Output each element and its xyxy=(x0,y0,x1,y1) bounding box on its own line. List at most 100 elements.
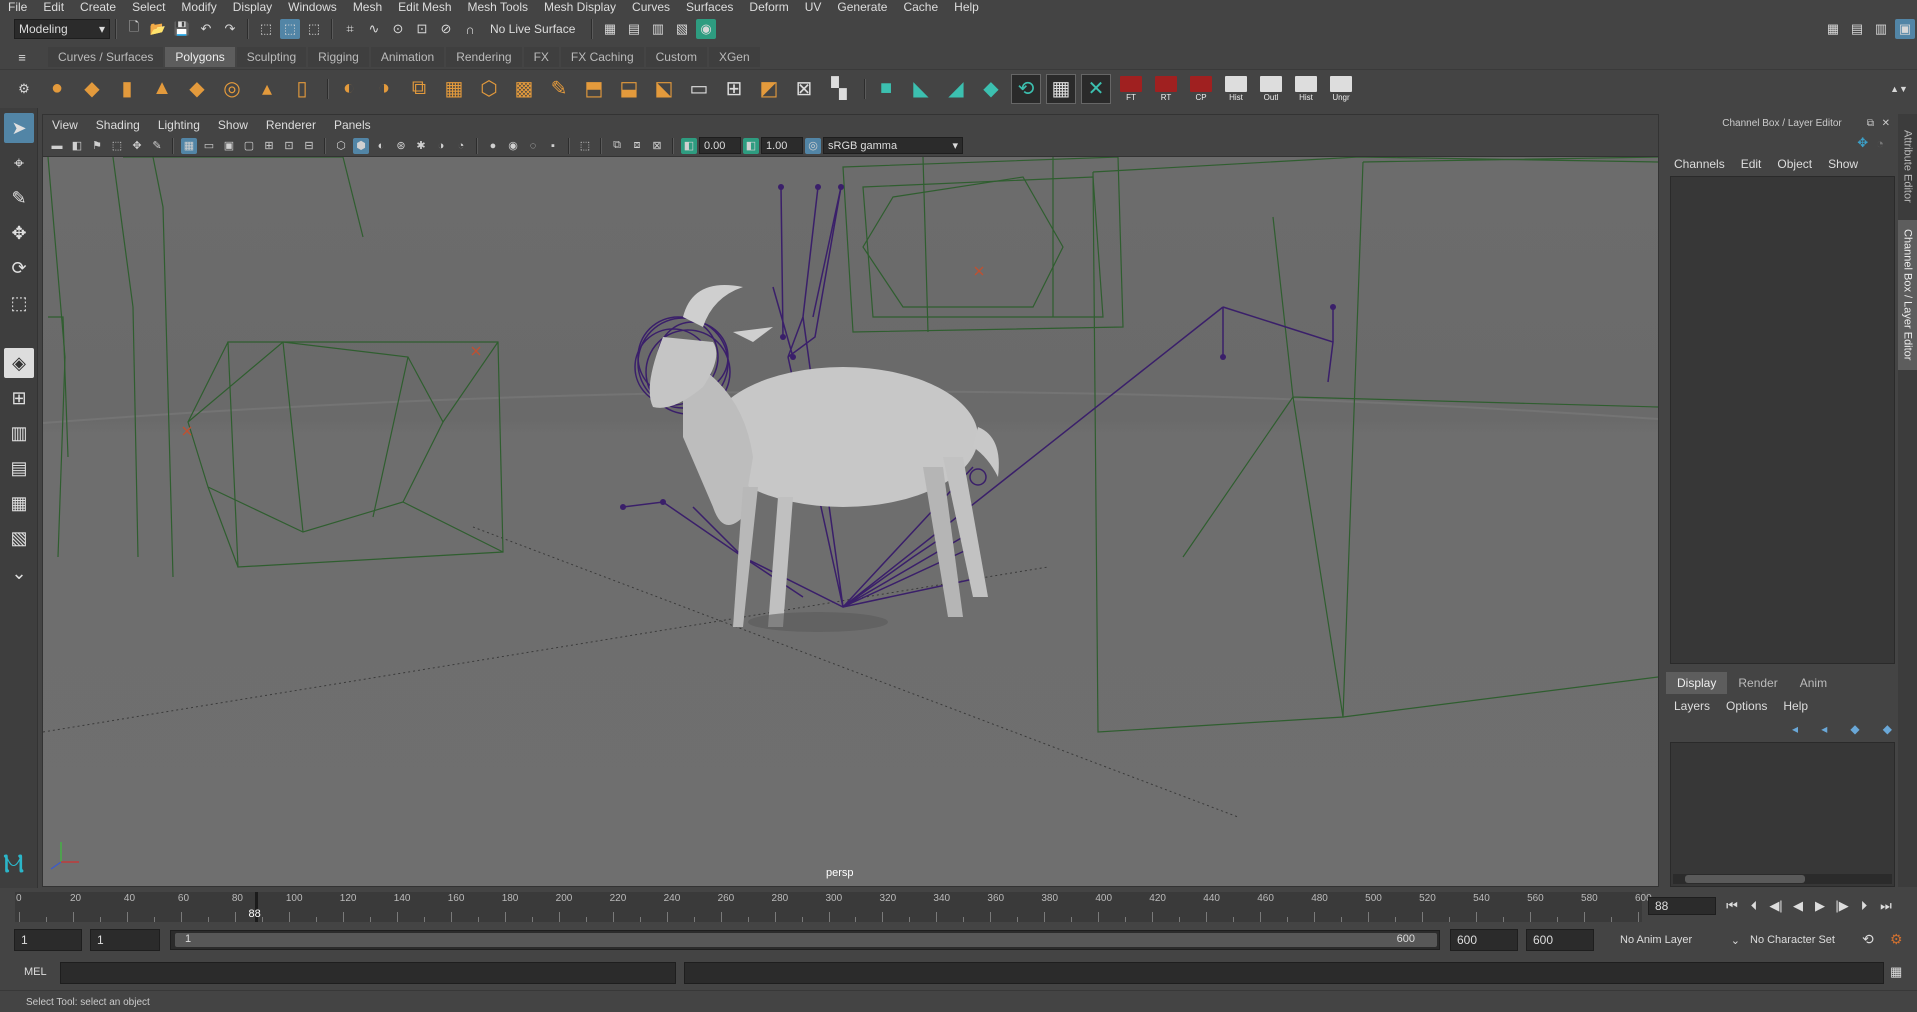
snap-point-icon[interactable]: ⊙ xyxy=(388,19,408,39)
command-input[interactable] xyxy=(60,962,676,984)
panel-layout-icon[interactable]: ▥ xyxy=(1871,19,1891,39)
fill-hole-icon[interactable]: ⊠ xyxy=(789,74,819,104)
new-scene-icon[interactable]: 🗋 xyxy=(124,19,144,39)
poly-plane-icon[interactable]: ◆ xyxy=(182,74,212,104)
channel-box-toggle-icon[interactable]: ▣ xyxy=(1895,19,1915,39)
auto-key-icon[interactable]: ⟲ xyxy=(1862,931,1874,948)
menu-uv[interactable]: UV xyxy=(797,0,830,14)
menu-mesh-tools[interactable]: Mesh Tools xyxy=(460,0,536,14)
uv-editor-icon[interactable]: ⟲ xyxy=(1011,73,1041,104)
select-hierarchy-icon[interactable]: ⬚ xyxy=(256,19,276,39)
poly-cone-icon[interactable]: ▲ xyxy=(147,74,177,104)
poly-sphere-icon[interactable]: ● xyxy=(42,74,72,104)
close-icon[interactable]: ✕ xyxy=(1882,118,1890,129)
move-layer-up-icon[interactable]: ◂ xyxy=(1792,722,1798,736)
animation-end-field[interactable]: 600 xyxy=(1526,929,1594,951)
live-surface-field[interactable]: No Live Surface xyxy=(486,19,586,39)
viewport-menu-lighting[interactable]: Lighting xyxy=(149,118,209,132)
menu-display[interactable]: Display xyxy=(225,0,280,14)
viewport-menu-panels[interactable]: Panels xyxy=(325,118,380,132)
redo-icon[interactable]: ↷ xyxy=(220,19,240,39)
bookmark-icon[interactable]: ⚑ xyxy=(89,138,105,154)
wireframe-icon[interactable]: ⬡ xyxy=(333,138,349,154)
separate-icon[interactable]: ◑ xyxy=(369,74,399,104)
field-chart-icon[interactable]: ⊞ xyxy=(261,138,277,154)
menu-deform[interactable]: Deform xyxy=(741,0,796,14)
viewport-menu-show[interactable]: Show xyxy=(209,118,257,132)
range-bar[interactable]: 1 600 xyxy=(170,930,1440,950)
bevel-icon[interactable]: ⬕ xyxy=(649,74,679,104)
poly-pipe-icon[interactable]: ▯ xyxy=(287,74,317,104)
side-tab-channel-box[interactable]: Channel Box / Layer Editor xyxy=(1898,220,1917,370)
go-to-end-icon[interactable]: ⏭ xyxy=(1876,896,1896,916)
scrollbar-thumb[interactable] xyxy=(1685,875,1805,883)
ipr-render-icon[interactable]: ▥ xyxy=(648,19,668,39)
new-empty-layer-icon[interactable]: ◆ xyxy=(1850,722,1859,736)
animation-start-field[interactable]: 1 xyxy=(14,929,82,951)
menu-edit[interactable]: Edit xyxy=(35,0,72,14)
range-handle[interactable]: 1 600 xyxy=(175,933,1437,947)
menu-edit-mesh[interactable]: Edit Mesh xyxy=(390,0,459,14)
channel-box-menu-show[interactable]: Show xyxy=(1820,157,1866,171)
hypershade-layout-icon[interactable]: ▦ xyxy=(4,488,34,518)
snap-view-plane-icon[interactable]: ⊡ xyxy=(412,19,432,39)
smooth-icon[interactable]: ▦ xyxy=(439,74,469,104)
menu-help[interactable]: Help xyxy=(946,0,987,14)
resolution-gate-icon[interactable]: ▣ xyxy=(221,138,237,154)
shelf-tab-fx-caching[interactable]: FX Caching xyxy=(560,47,644,67)
scale-tool-icon[interactable]: ⬚ xyxy=(4,288,34,318)
playback-start-field[interactable]: 1 xyxy=(90,929,160,951)
view-transform-dropdown[interactable]: sRGB gamma ▾ xyxy=(823,137,963,154)
two-d-pan-icon[interactable]: ✥ xyxy=(129,138,145,154)
depth-of-field-icon[interactable]: ◌ xyxy=(525,138,541,154)
step-back-key-icon[interactable]: ⏴ xyxy=(1744,896,1764,916)
shelf-tab-sculpting[interactable]: Sculpting xyxy=(236,47,307,67)
color-management-icon[interactable]: ◎ xyxy=(805,137,821,154)
render-frame-icon[interactable]: ▤ xyxy=(624,19,644,39)
xray-icon[interactable]: ⬚ xyxy=(577,138,593,154)
shelf-button-ft[interactable]: FT xyxy=(1116,75,1146,102)
menu-generate[interactable]: Generate xyxy=(829,0,895,14)
shelf-tab-xgen[interactable]: XGen xyxy=(708,47,760,67)
viewport-menu-view[interactable]: View xyxy=(43,118,87,132)
menu-modify[interactable]: Modify xyxy=(173,0,224,14)
3d-scene[interactable] xyxy=(43,156,1658,886)
persp-uv-layout-icon[interactable]: ▧ xyxy=(4,523,34,553)
smooth-shade-icon[interactable]: ⬢ xyxy=(353,137,369,154)
menu-mesh[interactable]: Mesh xyxy=(345,0,390,14)
magnet-icon[interactable]: ∩ xyxy=(460,19,480,39)
shelf-button-outl[interactable]: Outl xyxy=(1256,75,1286,102)
shelf-tab-animation[interactable]: Animation xyxy=(370,47,445,67)
offset-edge-loop-icon[interactable]: ⊞ xyxy=(719,74,749,104)
shelf-button-hist-2[interactable]: Hist xyxy=(1291,75,1321,102)
shelf-tab-rigging[interactable]: Rigging xyxy=(308,47,369,67)
menu-curves[interactable]: Curves xyxy=(624,0,678,14)
layer-list-scrollbar[interactable] xyxy=(1673,874,1892,884)
step-forward-frame-icon[interactable]: |▶ xyxy=(1832,896,1852,916)
snap-grid-icon[interactable]: ⌗ xyxy=(340,19,360,39)
target-weld-icon[interactable]: ▚ xyxy=(824,74,854,104)
step-forward-key-icon[interactable]: ⏵ xyxy=(1854,896,1874,916)
soft-select-icon[interactable]: ✕ xyxy=(1081,73,1111,104)
viewport-panel[interactable]: View Shading Lighting Show Renderer Pane… xyxy=(42,114,1659,887)
menu-cache[interactable]: Cache xyxy=(895,0,946,14)
gamma-field[interactable]: 1.00 xyxy=(761,137,803,154)
shelf-tab-rendering[interactable]: Rendering xyxy=(446,47,522,67)
snap-curve-icon[interactable]: ∿ xyxy=(364,19,384,39)
layer-tab-render[interactable]: Render xyxy=(1727,672,1788,694)
new-layer-selected-icon[interactable]: ◆ xyxy=(1883,722,1892,736)
remesh-icon[interactable]: ▩ xyxy=(509,74,539,104)
workspace-icon[interactable]: ▦ xyxy=(1823,19,1843,39)
layer-list[interactable] xyxy=(1670,742,1895,887)
shelf-tab-polygons[interactable]: Polygons xyxy=(165,47,235,67)
poly-cylinder-icon[interactable]: ▮ xyxy=(112,74,142,104)
side-tab-attribute-editor[interactable]: Attribute Editor xyxy=(1898,118,1917,214)
menu-file[interactable]: File xyxy=(0,0,35,14)
play-forward-icon[interactable]: ▶ xyxy=(1810,896,1830,916)
menu-mesh-display[interactable]: Mesh Display xyxy=(536,0,624,14)
backface-culling-icon[interactable]: ⊠ xyxy=(649,138,665,154)
playback-end-field[interactable]: 600 xyxy=(1450,929,1518,951)
open-scene-icon[interactable]: 📂 xyxy=(148,19,168,39)
speed-icon[interactable]: ◔ xyxy=(1876,136,1884,151)
select-object-icon[interactable]: ⬚ xyxy=(280,19,300,39)
